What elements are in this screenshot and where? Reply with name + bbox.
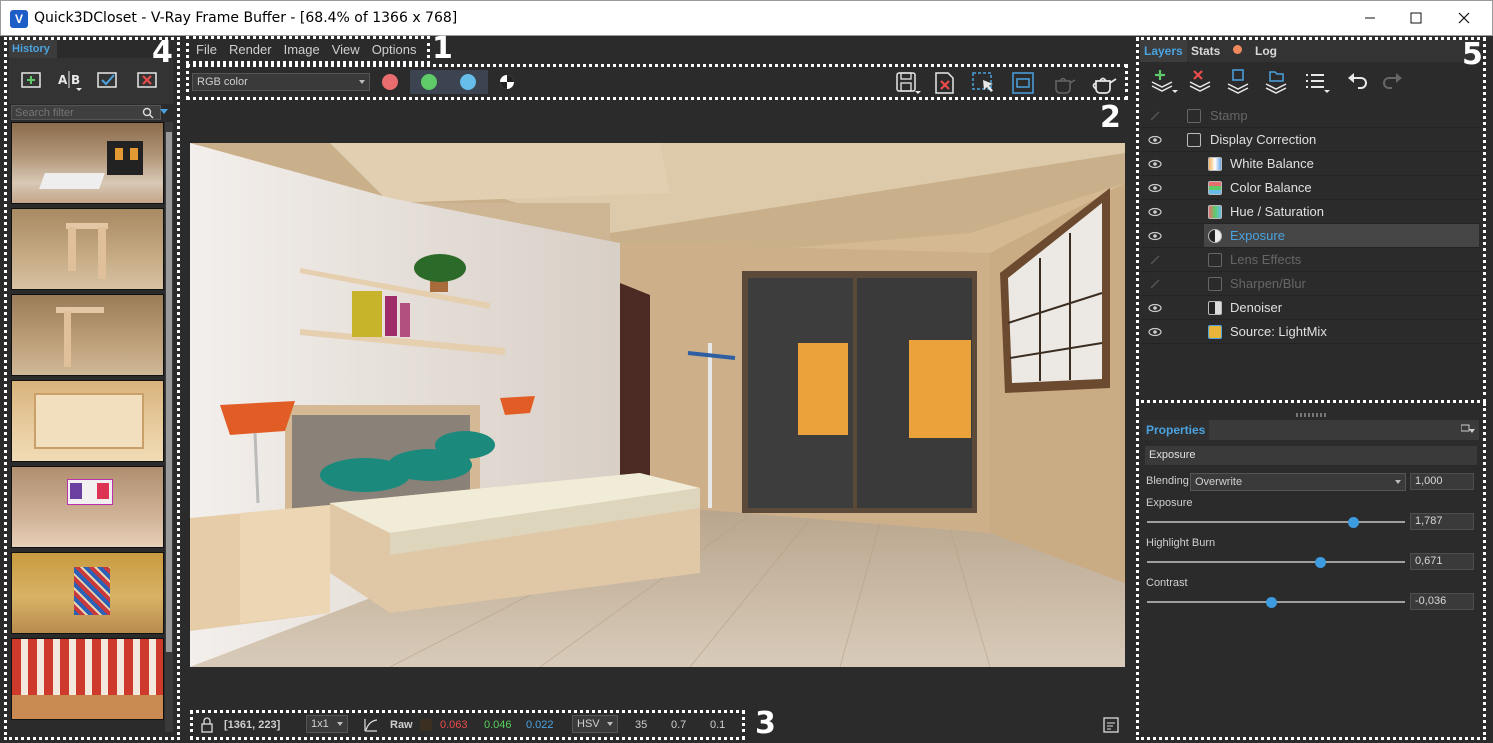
close-icon <box>1458 12 1470 24</box>
panel-layout-icon <box>1103 717 1119 733</box>
region-label-4: 4 <box>152 35 173 70</box>
region-label-2: 2 <box>1100 100 1121 135</box>
title-bar: V Quick3DCloset - V-Ray Frame Buffer - [… <box>0 0 1493 36</box>
region-2-outline <box>186 64 1128 100</box>
minimize-button[interactable] <box>1347 1 1393 35</box>
region-1-outline <box>186 36 430 64</box>
region-3-outline <box>190 710 745 740</box>
bedroom-render-image <box>190 143 1125 667</box>
region-label-3: 3 <box>755 706 776 741</box>
region-5-outline-lower <box>1136 403 1486 740</box>
close-button[interactable] <box>1441 1 1487 35</box>
region-4-outline <box>4 37 180 740</box>
vray-app-icon: V <box>10 10 28 28</box>
window-title: Quick3DCloset - V-Ray Frame Buffer - [68… <box>34 10 458 26</box>
minimize-icon <box>1365 17 1375 19</box>
maximize-button[interactable] <box>1393 1 1439 35</box>
region-label-1: 1 <box>432 31 453 66</box>
toggle-panels-button[interactable] <box>1102 716 1120 734</box>
render-image[interactable] <box>190 143 1125 667</box>
region-label-5: 5 <box>1462 37 1483 72</box>
region-5-outline <box>1136 37 1486 403</box>
maximize-icon <box>1410 12 1422 24</box>
